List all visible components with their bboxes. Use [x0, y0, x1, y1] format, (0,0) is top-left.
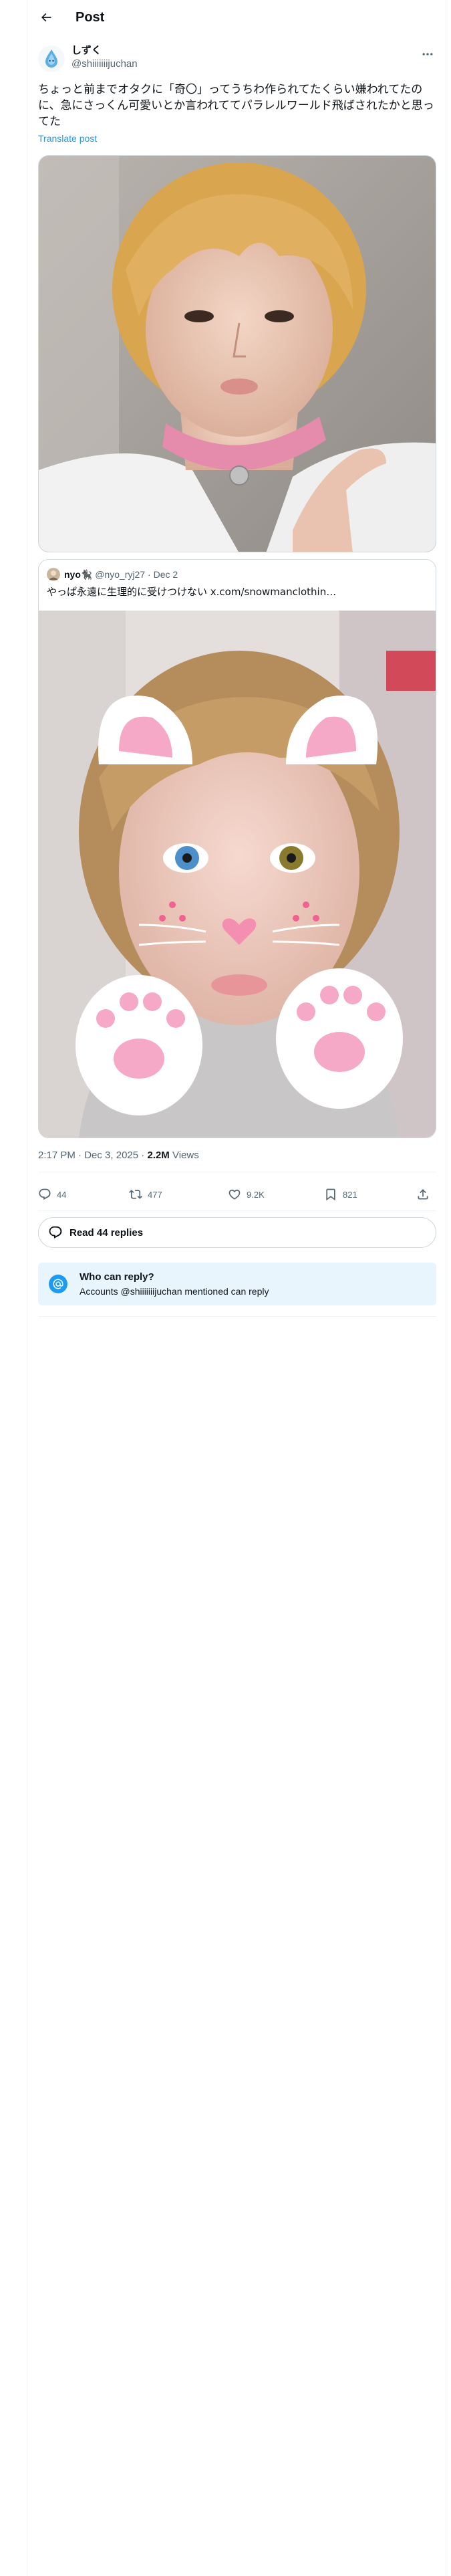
separator-dot: ·	[78, 1150, 85, 1161]
divider	[38, 1316, 436, 1317]
avatar-image	[38, 45, 65, 72]
quote-meta: nyo🐈‍⬛ @nyo_ryj27 · Dec 2	[64, 568, 178, 581]
separator-dot: ·	[148, 569, 151, 580]
reply-count: 44	[57, 1189, 67, 1200]
read-replies-label: Read 44 replies	[69, 1226, 144, 1239]
who-can-reply-box: Who can reply? Accounts @shiiiiiiijuchan…	[38, 1263, 436, 1305]
like-count: 9.2K	[247, 1189, 265, 1200]
bookmark-button[interactable]: 821	[324, 1185, 357, 1204]
top-bar: Post	[27, 0, 446, 35]
translate-post-link[interactable]: Translate post	[38, 132, 97, 144]
repost-button[interactable]: 477	[129, 1185, 162, 1204]
more-button[interactable]	[416, 43, 439, 66]
reply-icon	[39, 1188, 51, 1200]
post-date[interactable]: Dec 3, 2025	[84, 1150, 138, 1161]
like-button[interactable]: 9.2K	[228, 1185, 265, 1204]
post-photo[interactable]	[38, 155, 436, 552]
views-count: 2.2M	[147, 1150, 170, 1161]
read-replies-button[interactable]: Read 44 replies	[38, 1217, 436, 1248]
repost-icon	[129, 1190, 142, 1199]
repost-count: 477	[148, 1189, 162, 1200]
page-title: Post	[76, 10, 105, 25]
share-icon	[418, 1189, 428, 1200]
author-handle[interactable]: @shiiiiiiijuchan	[71, 58, 138, 71]
post-text: ちょっと前までオタクに「奇〇」ってうちわ作られてたくらい嫌われてたのに、急にさっ…	[38, 83, 434, 128]
more-horizontal-icon	[422, 53, 433, 56]
quote-author-handle: @nyo_ryj27	[95, 569, 146, 580]
heart-icon	[229, 1189, 241, 1200]
at-sign-icon	[49, 1275, 67, 1293]
quote-author-name: nyo🐈‍⬛	[64, 569, 93, 580]
photo-cat-filter-selfie	[39, 611, 436, 1138]
quote-author-avatar	[47, 568, 60, 581]
primary-column: Post しずく @shiiiiiiijuchan ちょっと前までオタクに「奇〇…	[27, 0, 446, 2576]
who-can-reply-title: Who can reply?	[80, 1271, 154, 1283]
quote-date: Dec 2	[153, 569, 178, 580]
views-label: Views	[172, 1150, 199, 1161]
bookmark-icon	[326, 1188, 335, 1201]
quote-text: やっぱ永遠に生理的に受けつけない x.com/snowmanclothin…	[47, 586, 337, 598]
post-meta: 2:17 PM · Dec 3, 2025 · 2.2M Views	[38, 1149, 199, 1162]
who-can-reply-description: Accounts @shiiiiiiijuchan mentioned can …	[80, 1286, 269, 1297]
share-button[interactable]	[416, 1185, 430, 1204]
bookmark-count: 821	[343, 1189, 357, 1200]
arrow-left-icon	[41, 13, 51, 22]
quote-photo	[39, 611, 436, 1138]
action-bar: 44 477 9.2K 821	[38, 1178, 436, 1210]
quoted-post[interactable]: nyo🐈‍⬛ @nyo_ryj27 · Dec 2 やっぱ永遠に生理的に受けつけ…	[38, 559, 436, 1138]
reply-icon	[49, 1226, 62, 1239]
reply-button[interactable]: 44	[38, 1185, 66, 1204]
photo-portrait	[39, 156, 436, 552]
author-avatar[interactable]	[38, 45, 65, 72]
post-time[interactable]: 2:17 PM	[38, 1150, 76, 1161]
back-button[interactable]	[34, 5, 58, 29]
author-name[interactable]: しずく	[71, 44, 102, 58]
divider	[38, 1210, 436, 1211]
